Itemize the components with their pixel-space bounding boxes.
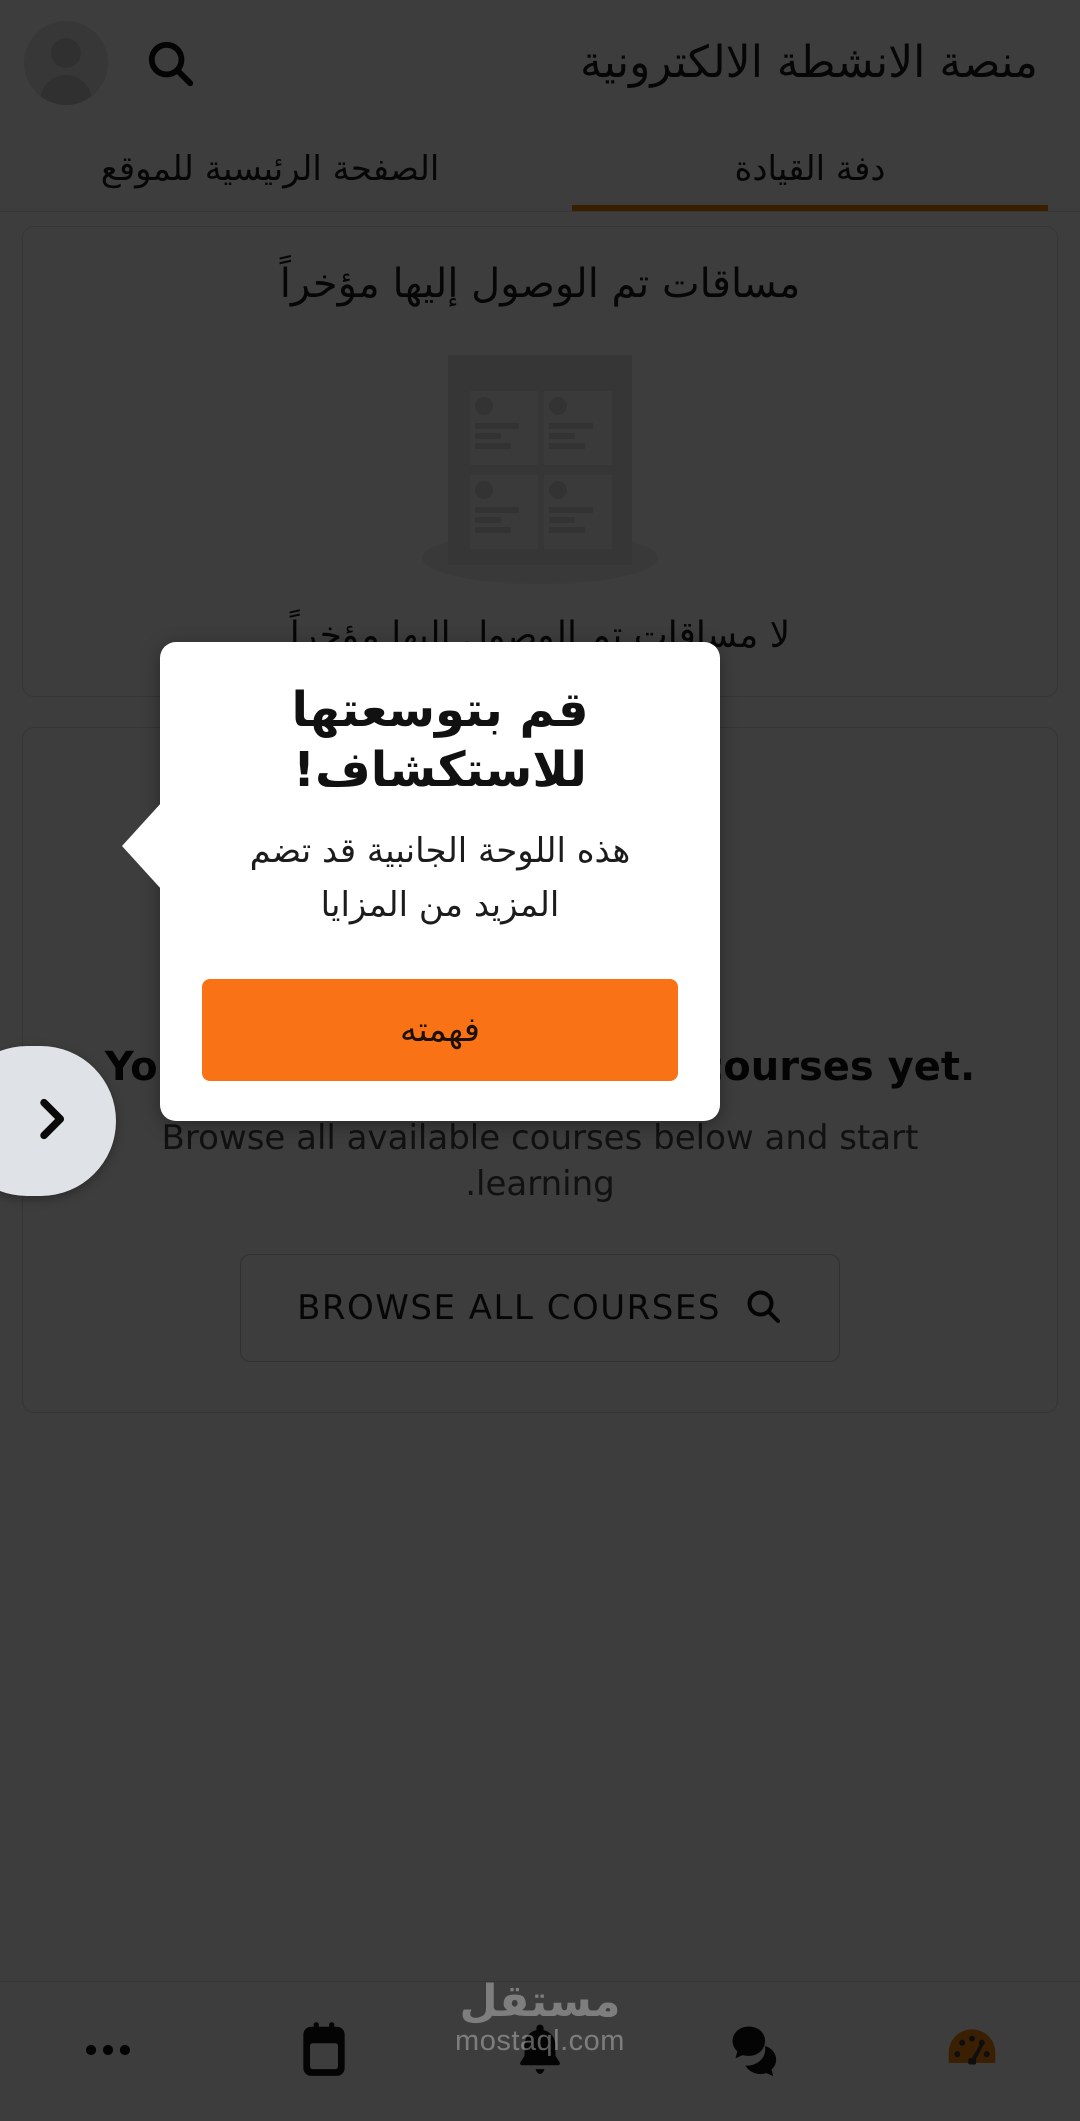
coach-mark-tooltip: قم بتوسعتها للاستكشاف! هذه اللوحة الجانب… (122, 642, 720, 1121)
app-screen: منصة الانشطة الالكترونية دفة القيادة الص… (0, 0, 1080, 2121)
got-it-button[interactable]: فهمته (202, 978, 678, 1081)
chevron-right-icon (23, 1091, 79, 1151)
coach-mark-title: قم بتوسعتها للاستكشاف! (291, 682, 589, 798)
coach-mark-body: هذه اللوحة الجانبية قد تضم المزيد من الم… (249, 831, 631, 926)
